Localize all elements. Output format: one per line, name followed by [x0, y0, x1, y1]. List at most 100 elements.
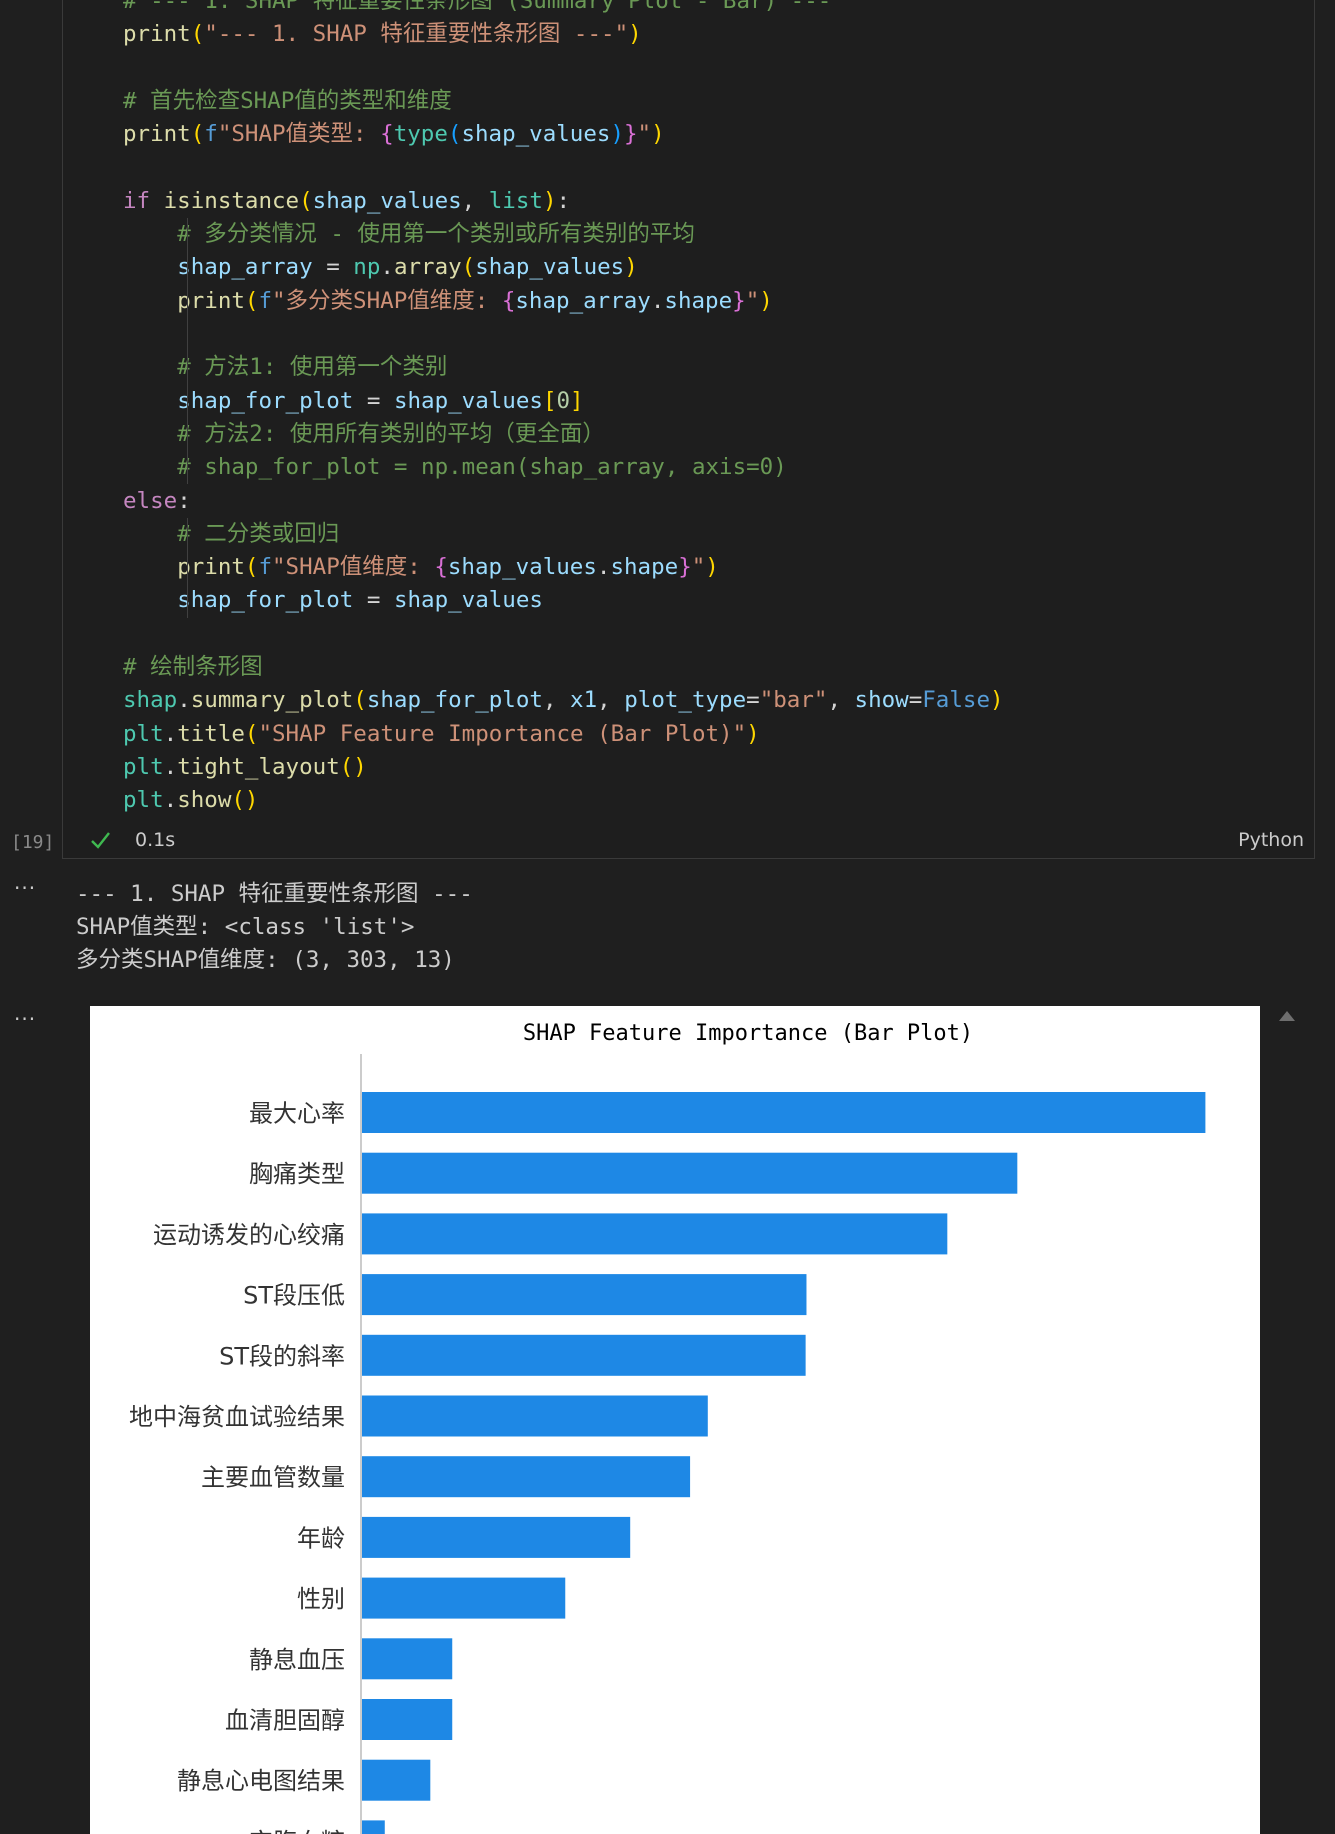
code-token: .: [163, 720, 178, 747]
code-token: shap_values: [461, 121, 611, 148]
bar: [362, 1274, 807, 1316]
code-token: (: [353, 687, 367, 714]
category-label: 空腹血糖: [249, 1828, 345, 1834]
code-line: # 首先检查SHAP值的类型和维度: [123, 85, 452, 118]
code-cell[interactable]: # --- 1. SHAP 特征重要性条形图 (Summary Plot - B…: [62, 0, 1315, 859]
code-token: [: [542, 387, 557, 414]
code-line: shap_array = np.array(shap_values): [123, 251, 638, 284]
bar: [362, 1092, 1206, 1133]
code-token: ,: [461, 187, 489, 214]
code-token: type: [393, 121, 448, 148]
language-label[interactable]: Python: [1238, 829, 1304, 851]
code-line: # 绘制条形图: [123, 651, 263, 684]
code-token: ": [637, 121, 652, 148]
category-label: 年龄: [297, 1524, 345, 1552]
code-token: shap_values: [393, 387, 543, 414]
code-token: {: [434, 554, 448, 581]
execution-time: 0.1s: [135, 829, 176, 851]
code-token: # 多分类情况 - 使用第一个类别或所有类别的平均: [177, 221, 695, 248]
code-token: }: [678, 554, 692, 581]
code-token: ,: [597, 687, 625, 714]
code-token: isinstance: [163, 187, 300, 214]
output-line: 多分类SHAP值维度: (3, 303, 13): [76, 947, 455, 973]
code-line: # shap_for_plot = np.mean(shap_array, ax…: [123, 451, 787, 484]
code-token: title: [177, 720, 245, 747]
bar: [362, 1820, 385, 1834]
code-token: shape: [664, 287, 733, 314]
category-label: 运动诱发的心绞痛: [153, 1221, 345, 1249]
code-line: print(f"SHAP值维度: {shap_values.shape}"): [123, 551, 719, 584]
code-token: ,: [542, 687, 571, 714]
code-token: array: [393, 254, 462, 281]
code-token: .: [650, 287, 665, 314]
cell-status-bar: 0.1s Python: [63, 823, 1314, 858]
code-line: # 多分类情况 - 使用第一个类别或所有类别的平均: [123, 218, 695, 251]
category-label: 主要血管数量: [201, 1464, 345, 1492]
code-token: =: [312, 254, 354, 281]
bar: [362, 1759, 431, 1801]
code-line: else:: [123, 485, 191, 518]
code-token: tight_layout: [177, 753, 340, 780]
code-token: False: [922, 687, 990, 714]
code-token: =: [353, 387, 394, 414]
code-token: print: [123, 21, 191, 48]
bar: [362, 1334, 806, 1376]
code-token: .: [177, 687, 191, 714]
category-label: 静息心电图结果: [177, 1767, 345, 1795]
code-token: plt: [123, 753, 164, 780]
category-label: ST段压低: [243, 1282, 345, 1310]
code-token: ): [542, 187, 557, 214]
category-label: 胸痛类型: [249, 1160, 345, 1188]
code-line: plt.show(): [123, 784, 258, 817]
bar: [362, 1638, 453, 1680]
category-label: 静息血压: [249, 1646, 345, 1674]
indent-guide: [187, 517, 188, 618]
code-line: print(f"多分类SHAP值维度: {shap_array.shape}"): [123, 285, 773, 318]
code-line: shap.summary_plot(shap_for_plot, x1, plo…: [123, 684, 1004, 717]
code-token: shap_for_plot: [177, 387, 354, 414]
code-token: x1: [570, 687, 598, 714]
code-token: ,: [827, 687, 855, 714]
code-token: shape: [610, 554, 679, 581]
category-label: 地中海贫血试验结果: [129, 1403, 345, 1431]
code-token: plot_type: [624, 687, 747, 714]
code-token: .: [163, 787, 178, 814]
code-token: 0: [556, 387, 571, 414]
code-token: (: [190, 21, 205, 48]
collapse-output-icon[interactable]: [1279, 1011, 1295, 1021]
bar: [362, 1577, 566, 1619]
code-token: }: [624, 121, 638, 148]
code-token: :: [556, 187, 571, 214]
output-line: --- 1. SHAP 特征重要性条形图 ---: [76, 881, 473, 907]
chart: SHAP Feature Importance (Bar Plot) 最大心率 胸痛…: [90, 1006, 1260, 1834]
output-more-icon[interactable]: ···: [14, 876, 36, 900]
code-token: plt: [123, 787, 164, 814]
code-line: print("--- 1. SHAP 特征重要性条形图 ---"): [123, 18, 642, 51]
code-line: plt.title("SHAP Feature Importance (Bar …: [123, 718, 760, 751]
code-token: (: [299, 187, 313, 214]
code-token: "SHAP值类型:: [217, 121, 381, 148]
code-line: print(f"SHAP值类型: {type(shap_values)}"): [123, 118, 665, 151]
plot-more-icon[interactable]: ···: [14, 1007, 36, 1031]
code-token: {: [380, 121, 394, 148]
output-line: SHAP值类型: <class 'list'>: [76, 914, 415, 940]
code-token: # shap_for_plot = np.mean(shap_array, ax…: [177, 454, 787, 481]
code-line: # 方法2: 使用所有类别的平均（更全面）: [123, 418, 605, 451]
code-token: shap_array: [515, 287, 651, 314]
code-token: =: [353, 587, 394, 614]
code-token: shap_array: [177, 254, 313, 281]
code-token: =: [908, 687, 923, 714]
category-label: 性别: [297, 1585, 345, 1613]
code-token: shap_values: [393, 587, 543, 614]
code-token: shap: [123, 687, 178, 714]
code-line: # 二分类或回归: [123, 518, 339, 551]
code-token: ): [705, 554, 719, 581]
code-editor[interactable]: # --- 1. SHAP 特征重要性条形图 (Summary Plot - B…: [63, 0, 1314, 823]
